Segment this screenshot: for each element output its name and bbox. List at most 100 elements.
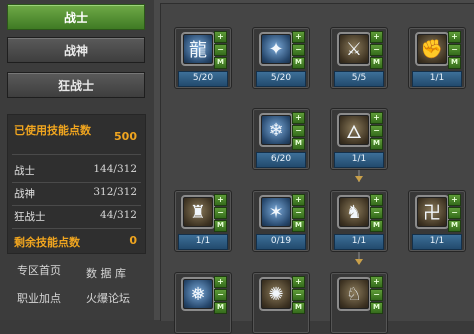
skill-max-button[interactable]: M	[370, 57, 383, 69]
skill-minus-button[interactable]: −	[370, 125, 383, 137]
skill-plus-button[interactable]: +	[448, 194, 461, 206]
class-points-value: 312/312	[93, 186, 137, 198]
frost-icon[interactable]: ❅	[181, 277, 215, 311]
skill-level: 5/20	[256, 71, 306, 87]
skill-glyph: ⚔	[345, 38, 363, 60]
fist-icon[interactable]: ✊	[415, 32, 449, 66]
skill-max-button[interactable]: M	[370, 302, 383, 314]
skill-plus-button[interactable]: +	[292, 276, 305, 288]
skill-glyph: ❅	[190, 283, 206, 305]
skill-node: ✦ + − M 5/20	[252, 27, 310, 89]
fox-icon[interactable]: ♘	[337, 277, 371, 311]
skill-level: 1/1	[412, 234, 462, 250]
skill-minus-button[interactable]: −	[370, 44, 383, 56]
skill-plus-button[interactable]: +	[370, 31, 383, 43]
skill-plus-button[interactable]: +	[292, 31, 305, 43]
used-points-value: 500	[114, 130, 137, 143]
skill-max-button[interactable]: M	[448, 220, 461, 232]
divider	[12, 154, 141, 155]
skill-max-button[interactable]: M	[214, 220, 227, 232]
skill-plus-button[interactable]: +	[214, 31, 227, 43]
skill-plus-button[interactable]: +	[292, 112, 305, 124]
skill-glyph: ❄	[268, 119, 284, 141]
skill-max-button[interactable]: M	[214, 302, 227, 314]
skill-level: 1/1	[334, 152, 384, 168]
bird-icon[interactable]: 🜂	[337, 113, 371, 147]
skill-level: 1/1	[412, 71, 462, 87]
skill-minus-button[interactable]: −	[214, 207, 227, 219]
link-zone-home[interactable]: 专区首页	[17, 262, 61, 278]
skill-points-summary: 已使用技能点数 500 战士 144/312 战神 312/312 狂战士 44…	[7, 114, 146, 254]
skill-node: 🜂 + − M 1/1	[330, 108, 388, 170]
skill-glyph: ♜	[189, 201, 207, 223]
dragon-skill-icon[interactable]: 龍	[181, 32, 215, 66]
tab-berserker[interactable]: 狂战士	[7, 72, 145, 98]
skill-minus-button[interactable]: −	[370, 207, 383, 219]
skill-minus-button[interactable]: −	[214, 289, 227, 301]
divider	[12, 228, 141, 229]
class-points-row: 战士 144/312	[14, 163, 137, 179]
skill-max-button[interactable]: M	[214, 57, 227, 69]
skill-node: 龍 + − M 5/20	[174, 27, 232, 89]
link-database[interactable]: 数 据 库	[86, 265, 126, 281]
warrior-stance-icon[interactable]: ⚔	[337, 32, 371, 66]
skill-plus-button[interactable]: +	[292, 194, 305, 206]
skill-node: ⚔ + − M 5/5	[330, 27, 388, 89]
skill-max-button[interactable]: M	[292, 57, 305, 69]
divider	[12, 205, 141, 206]
skill-max-button[interactable]: M	[292, 302, 305, 314]
ice-spike-icon[interactable]: ❄	[259, 113, 293, 147]
skill-plus-button[interactable]: +	[214, 276, 227, 288]
skill-level: 1/1	[178, 234, 228, 250]
skill-glyph: 龍	[189, 40, 207, 61]
class-points-row: 狂战士 44/312	[14, 209, 137, 225]
skill-plus-button[interactable]: +	[370, 194, 383, 206]
skill-arrow	[355, 176, 363, 182]
skill-node: ✶ + − M 0/19	[252, 190, 310, 252]
skill-minus-button[interactable]: −	[292, 125, 305, 137]
tab-warrior[interactable]: 战士	[7, 4, 145, 30]
remaining-points-label: 剩余技能点数	[14, 236, 80, 249]
skill-glyph: ✊	[420, 38, 444, 60]
spin-icon[interactable]: ✺	[259, 277, 293, 311]
skill-max-button[interactable]: M	[448, 57, 461, 69]
skill-minus-button[interactable]: −	[292, 44, 305, 56]
skill-plus-button[interactable]: +	[214, 194, 227, 206]
skill-minus-button[interactable]: −	[292, 289, 305, 301]
skill-glyph: ♞	[345, 201, 363, 223]
tab-war-god[interactable]: 战神	[7, 37, 145, 63]
link-job-points[interactable]: 职业加点	[17, 290, 61, 306]
armor-icon[interactable]: ♜	[181, 195, 215, 229]
class-points-value: 144/312	[93, 163, 137, 175]
skill-plus-button[interactable]: +	[370, 276, 383, 288]
skill-arrow	[355, 259, 363, 265]
skill-minus-button[interactable]: −	[292, 207, 305, 219]
left-panel: 战士 战神 狂战士 已使用技能点数 500 战士 144/312 战神 312/…	[0, 0, 154, 320]
wing-strike-icon[interactable]: ✦	[259, 32, 293, 66]
link-forum[interactable]: 火爆论坛	[86, 290, 130, 306]
skill-node: ♘ + − M	[330, 272, 388, 334]
skill-max-button[interactable]: M	[370, 220, 383, 232]
skill-node: ❅ + − M	[174, 272, 232, 334]
skill-minus-button[interactable]: −	[448, 207, 461, 219]
blade-storm-icon[interactable]: ✶	[259, 195, 293, 229]
skill-glyph: ♘	[345, 283, 363, 305]
skill-node: ♞ + − M 1/1	[330, 190, 388, 252]
skill-node: ❄ + − M 6/20	[252, 108, 310, 170]
skill-level: 6/20	[256, 152, 306, 168]
skill-plus-button[interactable]: +	[448, 31, 461, 43]
skill-max-button[interactable]: M	[370, 138, 383, 150]
skill-minus-button[interactable]: −	[448, 44, 461, 56]
skill-minus-button[interactable]: −	[214, 44, 227, 56]
skill-level: 0/19	[256, 234, 306, 250]
skill-glyph: 卍	[423, 203, 441, 224]
skill-max-button[interactable]: M	[292, 220, 305, 232]
skill-level: 5/5	[334, 71, 384, 87]
skill-glyph: 🜂	[346, 121, 362, 143]
skill-max-button[interactable]: M	[292, 138, 305, 150]
class-points-value: 44/312	[100, 209, 137, 221]
skill-minus-button[interactable]: −	[370, 289, 383, 301]
skill-plus-button[interactable]: +	[370, 112, 383, 124]
rune-icon[interactable]: 卍	[415, 195, 449, 229]
beast-icon[interactable]: ♞	[337, 195, 371, 229]
